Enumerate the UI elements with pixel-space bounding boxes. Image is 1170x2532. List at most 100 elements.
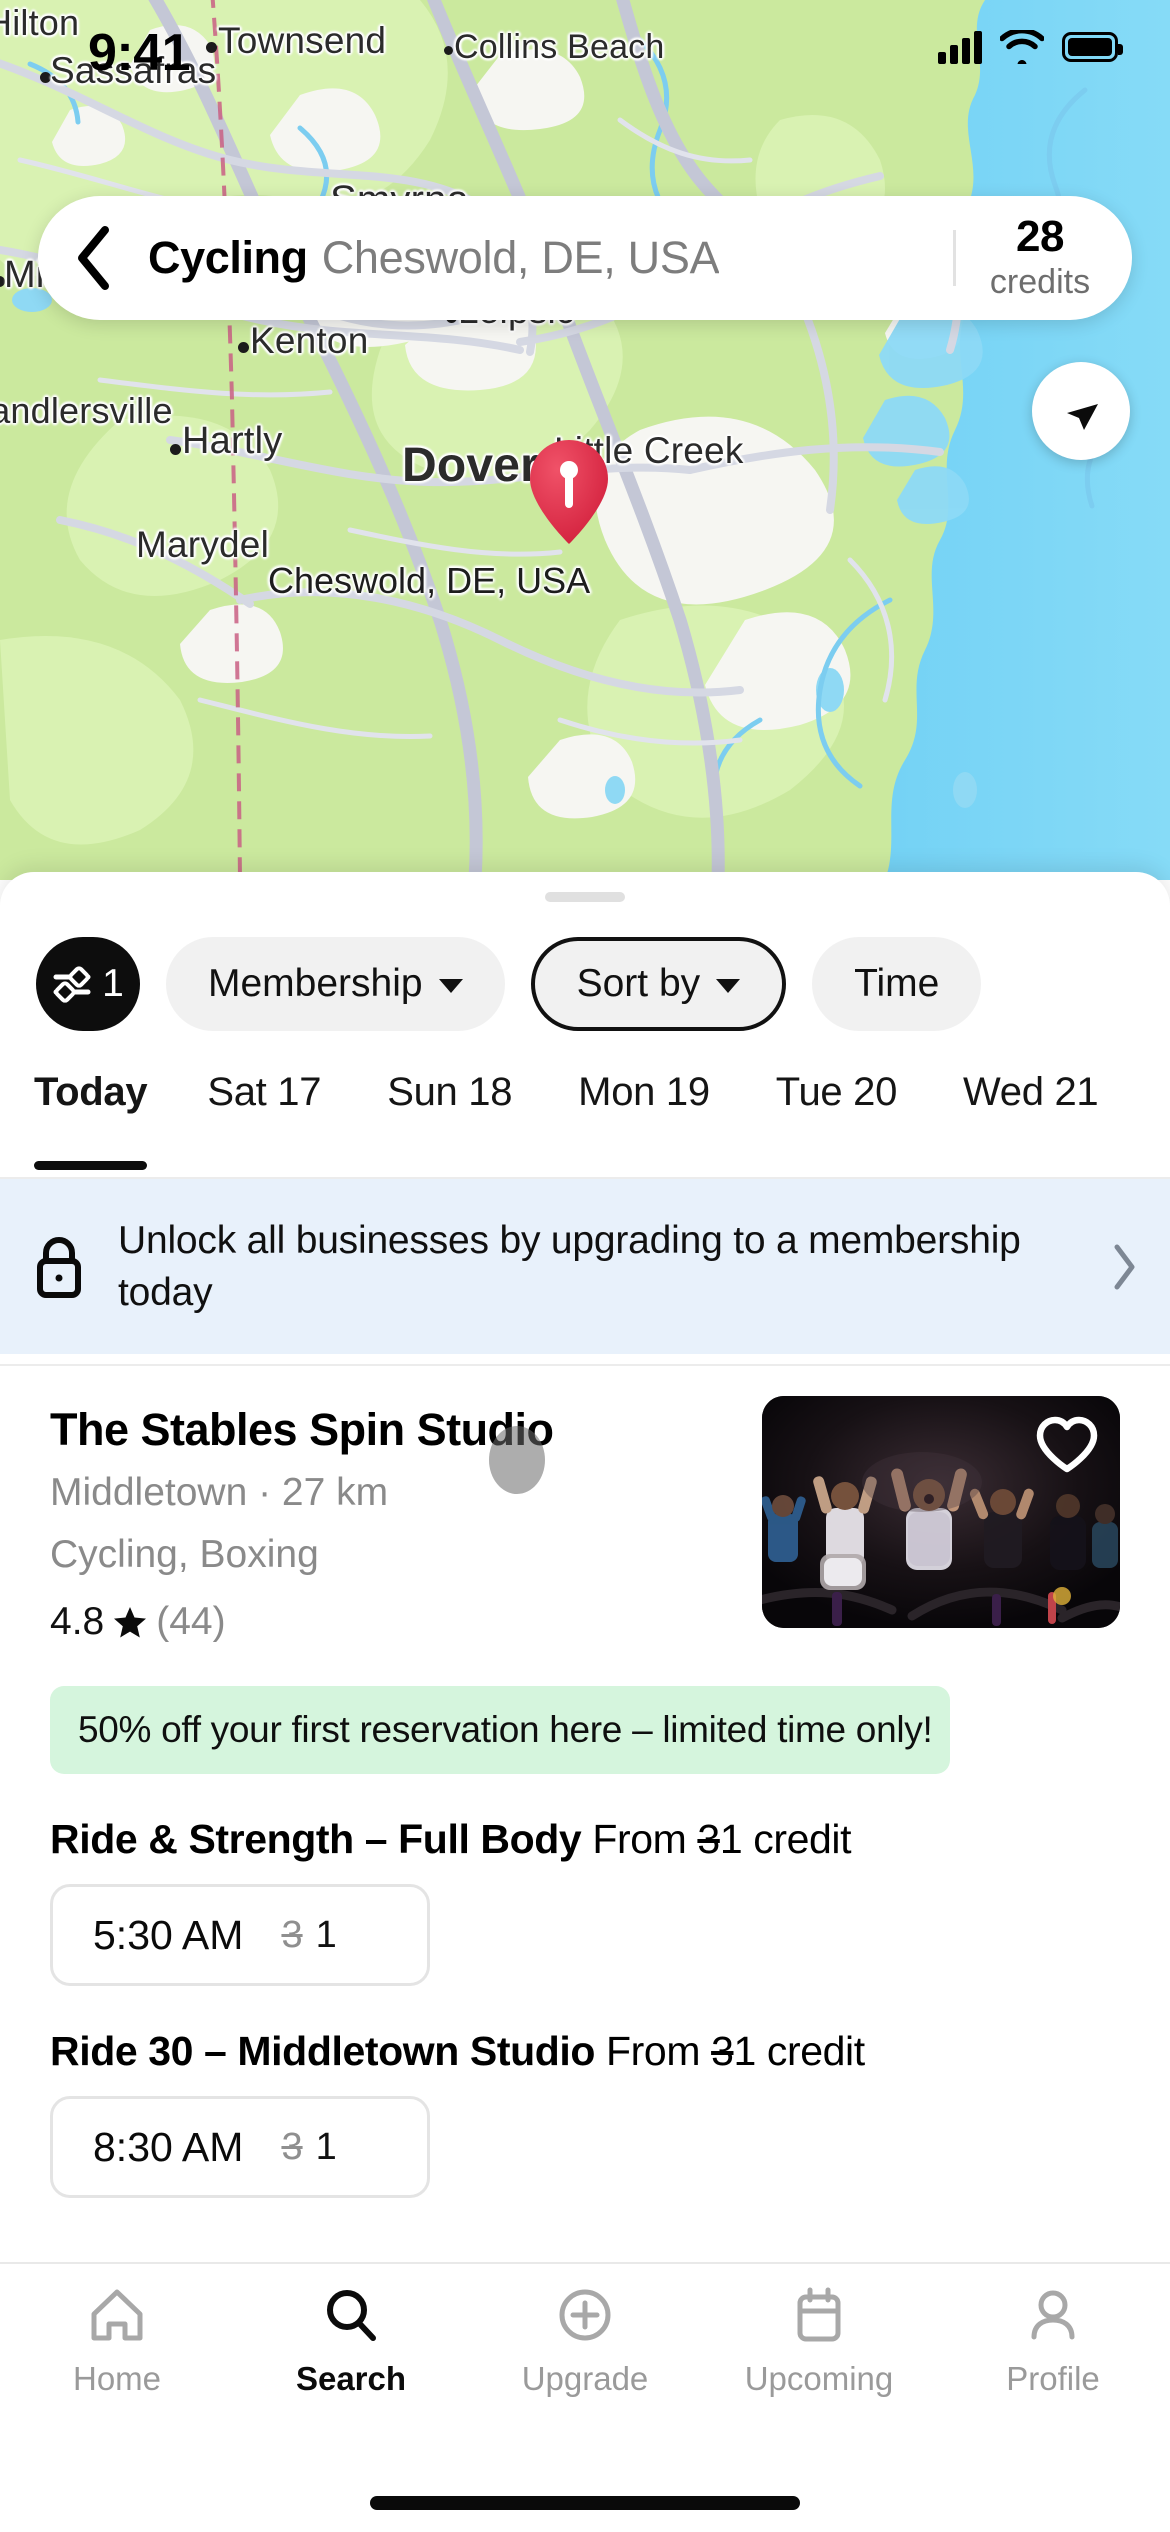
nav-label: Upcoming (744, 2360, 894, 2397)
membership-chip[interactable]: Membership (166, 937, 505, 1031)
date-tab-row[interactable]: Today Sat 17 Sun 18 Mon 19 Tue 20 Wed 21 (0, 1056, 1170, 1178)
lock-icon (37, 1236, 81, 1298)
class-price-unit: credit (766, 2028, 865, 2074)
date-tab-label: Today (34, 1070, 148, 1114)
studio-location-distance: Middletown · 27 km (50, 1471, 389, 1514)
class-price-new: 1 (719, 1816, 743, 1862)
home-icon (91, 2289, 143, 2341)
studio-thumbnail[interactable] (762, 1396, 1120, 1628)
slot-credits-old: 3 (281, 1913, 303, 1956)
class-slot-button[interactable]: 5:30 AM 3 1 (50, 1884, 430, 1986)
touch-indicator (489, 1426, 545, 1494)
home-indicator (370, 2496, 800, 2510)
divider (953, 230, 956, 286)
date-tab-label: Tue 20 (775, 1070, 898, 1114)
nav-label: Upgrade (521, 2360, 649, 2397)
class-price-old: 3 (711, 2028, 734, 2074)
nav-item-home[interactable]: Home (0, 2286, 234, 2464)
navigation-arrow-icon (1067, 404, 1098, 430)
nav-label: Home (72, 2360, 162, 2397)
drag-handle[interactable] (545, 892, 625, 902)
class-price-prefix: From (592, 1816, 687, 1862)
date-tab-label: Sat 17 (207, 1070, 322, 1114)
date-tab-label: Wed 21 (963, 1070, 1099, 1114)
lock-icon-wrap (0, 1235, 118, 1299)
time-chip[interactable]: Time (812, 937, 982, 1031)
nav-items[interactable]: Home Search Upgrade Upcoming Profile (0, 2264, 1170, 2464)
class-price-new: 1 (733, 2028, 756, 2074)
studio-name: The Stables Spin Studio (50, 1404, 554, 1455)
credits-badge[interactable]: 28 credits (962, 211, 1132, 303)
filters-chip[interactable]: 1 (36, 937, 140, 1031)
studio-rating: 4.8 (44) (50, 1600, 226, 1644)
nav-item-profile[interactable]: Profile (936, 2286, 1170, 2464)
map-label: Candlersville (0, 390, 173, 431)
class-title-row: Ride & Strength – Full Body From 31 cred… (50, 1816, 851, 1863)
map-label: Dover (402, 439, 540, 492)
nav-item-search[interactable]: Search (234, 2286, 468, 2464)
studio-categories: Cycling, Boxing (50, 1533, 319, 1576)
class-name: Ride & Strength – Full Body (50, 1816, 582, 1862)
review-count: (44) (156, 1600, 226, 1643)
slot-credits-new: 1 (315, 2125, 337, 2168)
date-tab-mon-19[interactable]: Mon 19 (578, 1056, 740, 1178)
slot-credits-new: 1 (315, 1913, 337, 1956)
heart-icon[interactable] (1036, 1416, 1098, 1474)
slot-time: 5:30 AM (93, 1911, 244, 1958)
class-title-row: Ride 30 – Middletown Studio From 31 cred… (50, 2028, 865, 2075)
filter-chip-row[interactable]: 1 Membership Sort by Time (0, 924, 1170, 1044)
rating-value: 4.8 (50, 1600, 105, 1643)
map-view[interactable]: Hilton Townsend Sassafras Collins Beach … (0, 0, 1170, 880)
chevron-right-icon (1114, 1244, 1135, 1289)
nav-item-upcoming[interactable]: Upcoming (702, 2286, 936, 2464)
map-label: Hartly (182, 420, 283, 462)
class-price-old: 3 (697, 1816, 720, 1862)
map-label: Marydel (136, 524, 269, 565)
date-tab-label: Mon 19 (578, 1070, 710, 1114)
studio-result-card[interactable]: The Stables Spin Studio Middletown · 27 … (0, 1364, 1170, 2384)
time-chip-label: Time (854, 962, 940, 1005)
promo-text: 50% off your first reservation here – li… (78, 1709, 933, 1750)
map-pin-label: Cheswold, DE, USA (268, 560, 591, 601)
map-label: Collins Beach (454, 28, 665, 66)
map-dot (238, 342, 249, 353)
person-icon (1031, 2290, 1075, 2340)
credits-label: credits (989, 262, 1091, 301)
sort-by-chip[interactable]: Sort by (530, 937, 787, 1031)
chevron-down-icon (438, 979, 463, 993)
sort-by-chip-label: Sort by (576, 962, 701, 1005)
class-slot-button[interactable]: 8:30 AM 3 1 (50, 2096, 430, 2198)
nav-item-upgrade[interactable]: Upgrade (468, 2286, 702, 2464)
map-dot (444, 46, 453, 55)
map-dot (170, 444, 181, 455)
slot-credits-old: 3 (281, 2125, 303, 2168)
map-pin-icon[interactable] (528, 438, 610, 546)
date-tab-tue-20[interactable]: Tue 20 (776, 1056, 927, 1178)
locate-me-button[interactable] (1032, 362, 1130, 460)
credits-value: 28 (1016, 211, 1064, 261)
slot-time: 8:30 AM (93, 2123, 244, 2170)
membership-upsell-banner[interactable]: Unlock all businesses by upgrading to a … (0, 1179, 1170, 1354)
membership-chip-label: Membership (208, 962, 423, 1005)
slot-credits: 3 1 (281, 1914, 336, 1957)
map-label: Hilton (0, 2, 80, 43)
search-query[interactable]: Cycling Cheswold, DE, USA (148, 232, 953, 284)
date-tab-sat-17[interactable]: Sat 17 (207, 1056, 351, 1178)
membership-banner-text: Unlock all businesses by upgrading to a … (118, 1219, 1021, 1314)
date-tab-label: Sun 18 (387, 1070, 513, 1114)
date-tab-sun-18[interactable]: Sun 18 (387, 1056, 542, 1178)
bottom-navigation-bar[interactable]: Home Search Upgrade Upcoming Profile (0, 2262, 1170, 2532)
chevron-down-icon (716, 979, 741, 993)
search-bar[interactable]: Cycling Cheswold, DE, USA 28 credits (38, 196, 1132, 320)
promo-banner: 50% off your first reservation here – li… (50, 1686, 950, 1774)
filters-chip-count: 1 (102, 962, 124, 1005)
chevron-left-icon (78, 226, 109, 290)
back-button[interactable] (38, 196, 148, 320)
star-icon (114, 1607, 147, 1638)
class-price-unit: credit (753, 1816, 852, 1862)
plus-circle-icon (559, 2289, 611, 2341)
search-category-text: Cycling (148, 232, 308, 283)
map-label: Townsend (218, 20, 387, 61)
date-tab-today[interactable]: Today (34, 1056, 177, 1178)
date-tab-wed-21[interactable]: Wed 21 (963, 1056, 1128, 1178)
